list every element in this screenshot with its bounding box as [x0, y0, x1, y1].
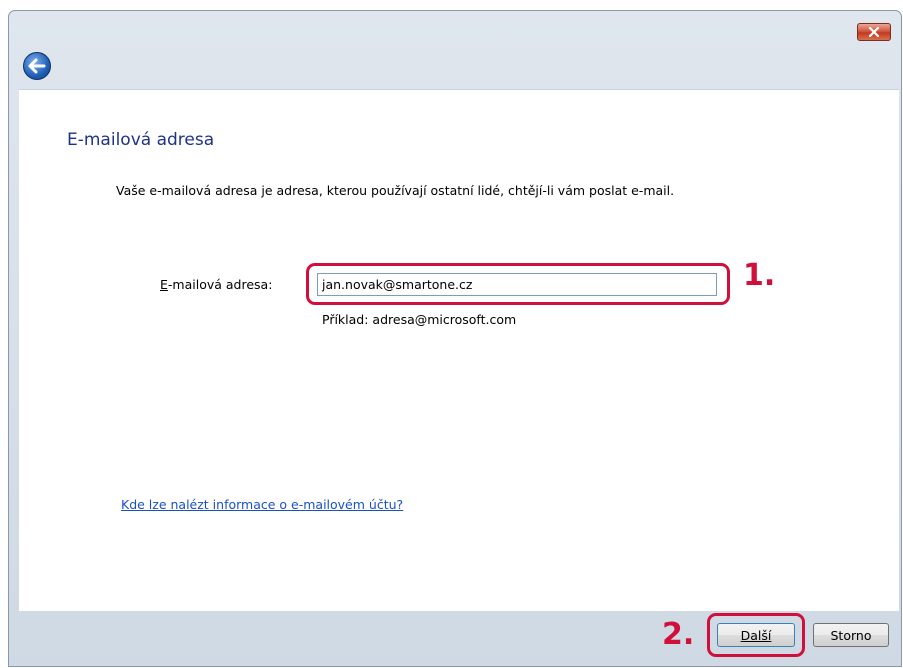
- description-text: Vaše e-mailová adresa je adresa, kterou …: [116, 183, 675, 198]
- wizard-content: E-mailová adresa Vaše e-mailová adresa j…: [19, 89, 899, 611]
- wizard-window: E-mailová adresa Vaše e-mailová adresa j…: [8, 10, 902, 667]
- email-label-text: -mailová adresa:: [167, 277, 273, 292]
- email-example-text: Příklad: adresa@microsoft.com: [322, 312, 517, 327]
- next-button-label: Další: [740, 627, 772, 643]
- close-icon: [868, 27, 880, 37]
- cancel-button[interactable]: Storno: [813, 623, 889, 647]
- annotation-highlight-email: [306, 263, 730, 305]
- back-button[interactable]: [23, 52, 51, 80]
- annotation-step-1: 1.: [743, 258, 776, 293]
- close-button[interactable]: [857, 23, 891, 41]
- wizard-footer: 2. Další Storno: [19, 611, 899, 666]
- page-title: E-mailová adresa: [67, 130, 215, 150]
- help-link[interactable]: Kde lze nalézt informace o e-mailovém úč…: [121, 497, 403, 512]
- annotation-step-2: 2.: [662, 617, 695, 652]
- back-arrow-icon: [28, 58, 46, 74]
- email-label-accesskey: E: [160, 277, 168, 292]
- next-button[interactable]: Další: [717, 623, 795, 647]
- email-label: E-mailová adresa:: [160, 277, 272, 292]
- cancel-button-label: Storno: [830, 627, 872, 643]
